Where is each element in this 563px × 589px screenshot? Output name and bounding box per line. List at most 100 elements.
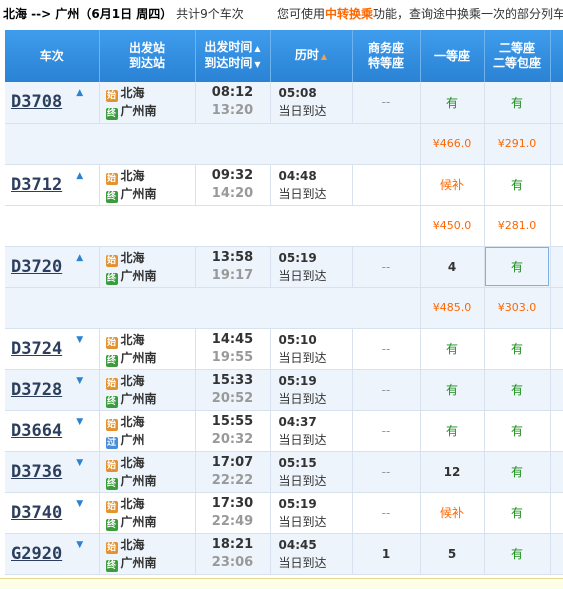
from-station: 北海: [120, 168, 145, 183]
duration-cell: 05:10 当日到达: [270, 328, 353, 370]
col-overflow: [550, 30, 563, 82]
time-cell: 09:32 14:20: [195, 164, 271, 206]
sort-departure-button[interactable]: 出发时间: [204, 40, 260, 54]
time-cell: 17:30 22:49: [195, 492, 271, 534]
second-class-cell[interactable]: 有: [484, 533, 551, 575]
terminus-icon: 终: [105, 272, 118, 285]
arrival-time: 20:32: [211, 431, 254, 447]
station-cell: 始北海终广州南: [99, 246, 196, 288]
origin-icon: 始: [105, 172, 118, 185]
time-cell: 15:55 20:32: [195, 410, 271, 452]
expand-stops-icon[interactable]: ▼: [76, 540, 83, 550]
first-class-cell[interactable]: 候补: [420, 492, 485, 534]
second-class-cell[interactable]: 有: [484, 246, 551, 288]
first-class-cell[interactable]: 5: [420, 533, 485, 575]
terminus-icon: 终: [105, 477, 118, 490]
train-number-link[interactable]: D3736: [5, 462, 62, 482]
expand-stops-icon[interactable]: ▲: [76, 88, 83, 98]
transfer-link[interactable]: 中转换乘: [325, 7, 373, 21]
hint-prefix: 您可使用: [277, 7, 326, 21]
arrival-day: 当日到达: [278, 473, 327, 488]
departure-time: 17:07: [211, 454, 254, 470]
station-cell: 始北海终广州南: [99, 492, 196, 534]
expand-stops-icon[interactable]: ▲: [76, 253, 83, 263]
duration: 05:10: [278, 332, 317, 347]
overflow-cell: [550, 287, 563, 329]
first-class-cell[interactable]: 12: [420, 451, 485, 493]
second-class-cell[interactable]: 有: [484, 164, 551, 206]
overflow-cell: [550, 82, 563, 124]
train-no-cell: D3740 ▼: [5, 492, 100, 534]
first-class-cell[interactable]: 有: [420, 328, 485, 370]
first-class-cell[interactable]: 有: [420, 410, 485, 452]
to-station: 广州南: [120, 391, 157, 406]
duration: 04:45: [278, 537, 317, 552]
sort-duration-button[interactable]: 历时: [295, 48, 327, 62]
train-number-link[interactable]: D3720: [5, 257, 62, 277]
duration: 04:37: [278, 414, 317, 429]
hint-suffix: 功能，查询途中换乘一次的部分列车: [373, 7, 563, 21]
origin-icon: 始: [105, 541, 118, 554]
overflow-cell: [550, 205, 563, 247]
col-time[interactable]: 出发时间到达时间: [195, 30, 271, 82]
expand-stops-icon[interactable]: ▼: [76, 499, 83, 509]
transfer-hint: 您可使用中转换乘功能，查询途中换乘一次的部分列车: [277, 0, 563, 28]
first-class-price: ¥466.0: [420, 123, 485, 165]
departure-time: 15:33: [211, 372, 254, 388]
expand-stops-icon[interactable]: ▲: [76, 171, 83, 181]
business-seat-cell: --: [352, 410, 421, 452]
train-row: D3728 ▼ 始北海终广州南 15:33 20:52 05:19 当日到达 -- 有有: [5, 369, 563, 411]
train-row: D3736 ▼ 始北海终广州南 17:07 22:22 05:15 当日到达 -- 12 有: [5, 451, 563, 493]
col-first-label: 一等座: [433, 48, 470, 63]
second-class-cell[interactable]: 有: [484, 369, 551, 411]
expand-stops-icon[interactable]: ▼: [76, 417, 83, 427]
station-cell: 始北海终广州南: [99, 369, 196, 411]
from-station: 北海: [120, 86, 145, 101]
train-row: D3712 ▲ 始北海终广州南 09:32 14:20 04:48 当日到达 候补有: [5, 164, 563, 206]
train-number-link[interactable]: D3712: [5, 175, 62, 195]
train-number-link[interactable]: D3740: [5, 503, 62, 523]
time-cell: 17:07 22:22: [195, 451, 271, 493]
departure-time: 18:21: [211, 536, 254, 552]
first-class-cell[interactable]: 有: [420, 369, 485, 411]
arrival-day: 当日到达: [278, 186, 327, 201]
origin-icon: 始: [105, 336, 118, 349]
train-number-link[interactable]: D3708: [5, 92, 62, 112]
duration-cell: 05:08 当日到达: [270, 82, 353, 124]
first-class-cell[interactable]: 候补: [420, 164, 485, 206]
terminus-icon: 终: [105, 395, 118, 408]
second-class-cell[interactable]: 有: [484, 451, 551, 493]
train-number-link[interactable]: D3724: [5, 339, 62, 359]
station-cell: 始北海终广州南: [99, 82, 196, 124]
first-class-price: ¥450.0: [420, 205, 485, 247]
first-class-cell[interactable]: 4: [420, 246, 485, 288]
train-number-link[interactable]: D3664: [5, 421, 62, 441]
business-seat-cell: [352, 164, 421, 206]
col-duration[interactable]: 历时: [270, 30, 353, 82]
sort-arrival-button[interactable]: 到达时间: [204, 56, 260, 70]
expand-stops-icon[interactable]: ▼: [76, 376, 83, 386]
second-class-cell[interactable]: 有: [484, 410, 551, 452]
station-cell: 始北海终广州南: [99, 328, 196, 370]
arrival-day: 当日到达: [278, 432, 327, 447]
duration-cell: 05:15 当日到达: [270, 451, 353, 493]
overflow-cell: [550, 492, 563, 534]
first-class-cell[interactable]: 有: [420, 82, 485, 124]
train-number-link[interactable]: D3728: [5, 380, 62, 400]
second-class-cell[interactable]: 有: [484, 492, 551, 534]
to-station: 广州: [120, 432, 145, 447]
terminus-icon: 终: [105, 190, 118, 203]
train-number-link[interactable]: G2920: [5, 544, 62, 564]
overflow-cell: [550, 328, 563, 370]
overflow-cell: [550, 533, 563, 575]
second-class-cell[interactable]: 有: [484, 82, 551, 124]
price-row: ¥485.0 ¥303.0: [5, 287, 563, 329]
second-class-cell[interactable]: 有: [484, 328, 551, 370]
train-row: D3720 ▲ 始北海终广州南 13:58 19:17 05:19 当日到达 -- 4 有: [5, 246, 563, 288]
expand-stops-icon[interactable]: ▼: [76, 335, 83, 345]
pass-through-icon: 过: [105, 436, 118, 449]
duration-cell: 05:19 当日到达: [270, 246, 353, 288]
col-station-from: 出发站: [128, 41, 165, 55]
second-class-price: ¥291.0: [484, 123, 551, 165]
expand-stops-icon[interactable]: ▼: [76, 458, 83, 468]
